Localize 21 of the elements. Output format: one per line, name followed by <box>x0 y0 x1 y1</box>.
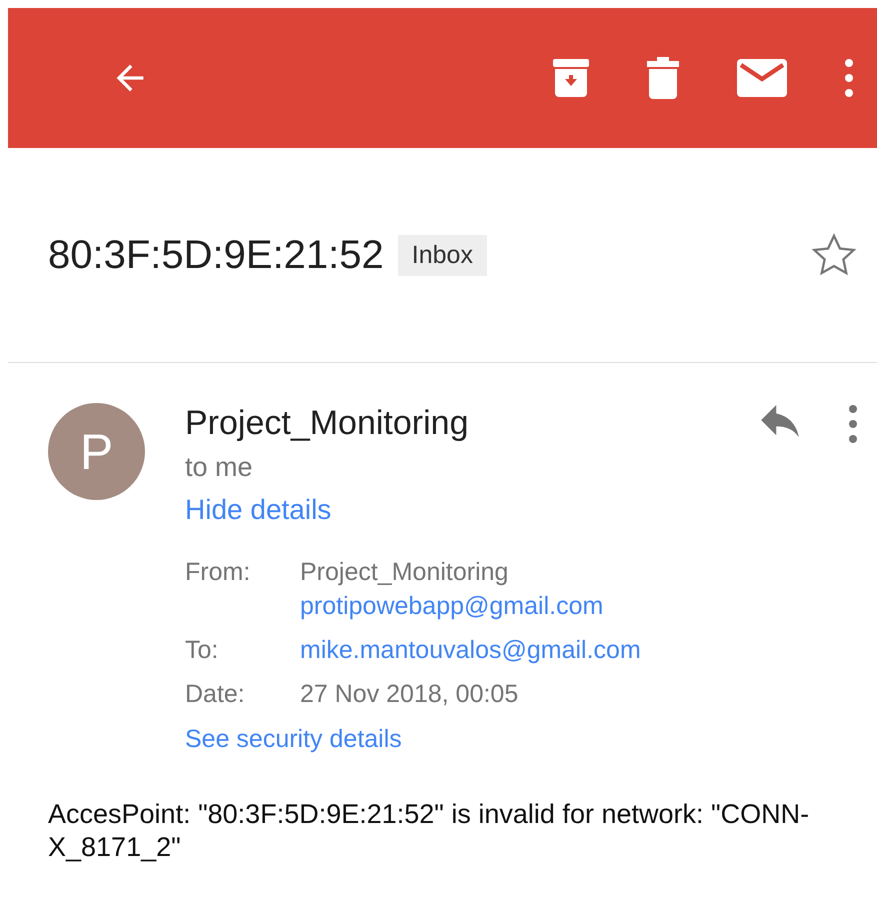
more-icon[interactable] <box>845 59 853 97</box>
email-subject: 80:3F:5D:9E:21:52 <box>48 232 384 278</box>
detail-value: 27 Nov 2018, 00:05 <box>300 680 518 708</box>
security-details-link[interactable]: See security details <box>185 725 402 754</box>
detail-label: To: <box>185 636 218 664</box>
hide-details-link[interactable]: Hide details <box>185 494 332 525</box>
more-icon[interactable] <box>849 405 857 443</box>
sender-avatar: P <box>48 403 145 500</box>
sender-name: Project_Monitoring <box>185 403 470 444</box>
email-body: AccesPoint: "80:3F:5D:9E:21:52" is invalid for network: "CONN-X_8171_2" <box>48 798 810 864</box>
star-icon[interactable] <box>811 233 857 277</box>
email-link[interactable]: mike.mantouvalos@gmail.com <box>300 636 641 664</box>
archive-icon[interactable] <box>553 59 589 97</box>
email-link[interactable]: protipowebapp@gmail.com <box>300 592 604 620</box>
inbox-label: Inbox <box>398 234 487 276</box>
trash-icon[interactable] <box>647 57 679 99</box>
detail-label: From: <box>185 558 250 586</box>
detail-value: Project_Monitoring <box>300 558 508 586</box>
recipient-line: to me <box>185 451 254 484</box>
detail-label: Date: <box>185 680 245 708</box>
mail-icon[interactable] <box>737 59 787 97</box>
